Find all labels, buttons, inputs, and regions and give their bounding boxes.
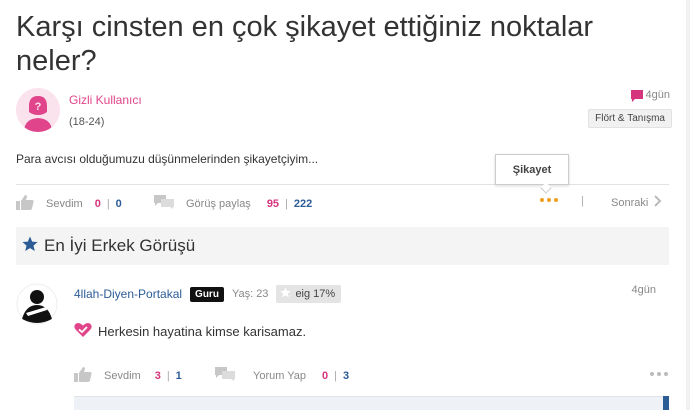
answer-text-row: Herkesin hayatina kimse karisamaz. (74, 322, 306, 341)
comment-label: Yorum Yap (253, 369, 307, 382)
guru-badge: Guru (190, 286, 224, 302)
more-options-button[interactable] (540, 198, 558, 202)
share-opinion-button[interactable]: Görüş paylaş 95 | 222 (154, 195, 312, 212)
question-action-row: Sevdim 0 | 0 Görüş paylaş 95 | 222 | Son… (16, 195, 676, 217)
answer-meta: 4llah-Diyen-Portakal Guru Yaş: 23 eig 17… (74, 285, 342, 303)
comment-input-accent (663, 396, 669, 410)
category-badge[interactable]: Flört & Tanışma (588, 109, 672, 128)
answer-like-button[interactable]: Sevdim 3 | 1 (74, 367, 182, 385)
asker-block: ? Gizli Kullanıcı (18-24) 4gün Flört & T… (16, 88, 676, 134)
chat-bubbles-icon (215, 367, 235, 384)
comment-icon (630, 89, 643, 102)
comment-input-area[interactable] (74, 396, 669, 410)
question-title: Karşı cinsten en çok şikayet ettiğiniz n… (16, 11, 594, 77)
svg-text:?: ? (35, 101, 42, 113)
report-tooltip: Şikayet (495, 154, 569, 185)
question-time: 4gün (630, 89, 670, 102)
comment-male-count: 3 (343, 369, 350, 382)
scrollbar[interactable] (686, 0, 690, 410)
answer-like-label: Sevdim (104, 370, 141, 382)
more-dots-icon (540, 198, 558, 202)
answer-time: 4gün (631, 284, 656, 296)
like-label: Sevdim (46, 198, 83, 210)
heart-icon (74, 322, 92, 341)
answer-avatar[interactable] (16, 283, 58, 325)
best-answer-header: En İyi Erkek Görüşü (16, 227, 669, 265)
thumbs-up-icon (74, 367, 92, 385)
answer-age: Yaş: 23 (231, 288, 269, 300)
thumbs-up-icon (16, 195, 34, 213)
chat-bubbles-icon (154, 195, 174, 212)
like-separator: | (106, 198, 110, 210)
answer-more-options-button[interactable] (650, 372, 668, 376)
asker-name[interactable]: Gizli Kullanıcı (69, 93, 142, 107)
answer-text: Herkesin hayatina kimse karisamaz. (98, 324, 307, 339)
like-male-count: 0 (115, 198, 122, 210)
chevron-right-icon (654, 195, 662, 210)
answer-username[interactable]: 4llah-Diyen-Portakal (74, 287, 182, 301)
anonymous-female-avatar-icon: ? (16, 88, 60, 132)
answer-like-male-count: 1 (175, 370, 182, 382)
comment-separator: | (334, 369, 337, 382)
answer-action-row: Sevdim 3 | 1 Yorum Yap 0 | 3 (74, 367, 674, 385)
comment-button[interactable]: Yorum Yap 0 | 3 (215, 367, 349, 384)
similarity-badge: eig 17% (276, 285, 342, 303)
star-outline-icon (280, 287, 292, 301)
question-time-text: 4gün (645, 89, 670, 101)
star-icon (22, 236, 38, 257)
share-female-count: 95 (266, 197, 280, 210)
divider (16, 184, 669, 185)
answer-like-separator: | (166, 370, 170, 382)
answer-like-female-count: 3 (154, 370, 161, 382)
share-male-count: 222 (293, 197, 313, 210)
share-label: Görüş paylaş (186, 197, 251, 210)
next-label: Sonraki (611, 196, 649, 209)
next-button[interactable]: Sonraki (611, 195, 662, 210)
share-separator: | (285, 197, 288, 210)
like-female-count: 0 (94, 198, 101, 210)
similarity-text: eig 17% (295, 288, 336, 300)
like-button[interactable]: Sevdim 0 | 0 (16, 195, 122, 213)
comment-female-count: 0 (322, 369, 329, 382)
asker-age: (18-24) (69, 116, 105, 128)
next-separator: | (581, 195, 584, 207)
section-title: En İyi Erkek Görüşü (44, 236, 196, 255)
more-dots-icon (650, 372, 668, 376)
question-body: Para avcısı olduğumuzu düşünmelerinden ş… (16, 152, 319, 166)
